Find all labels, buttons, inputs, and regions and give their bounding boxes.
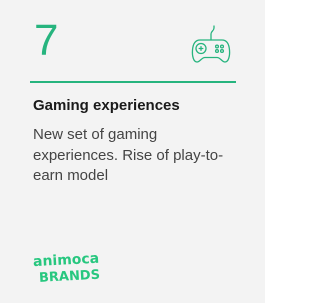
- gaming-card: 7 Gaming experiences New set of gaming e…: [0, 0, 265, 303]
- animoca-brands-logo: animoca BRANDS: [33, 251, 101, 284]
- gamepad-icon: [191, 25, 231, 63]
- divider: [30, 81, 236, 83]
- card-title: Gaming experiences: [33, 97, 180, 114]
- logo-line-2: BRANDS: [39, 268, 101, 284]
- card-number: 7: [34, 16, 59, 65]
- card-description: New set of gaming experiences. Rise of p…: [33, 126, 224, 184]
